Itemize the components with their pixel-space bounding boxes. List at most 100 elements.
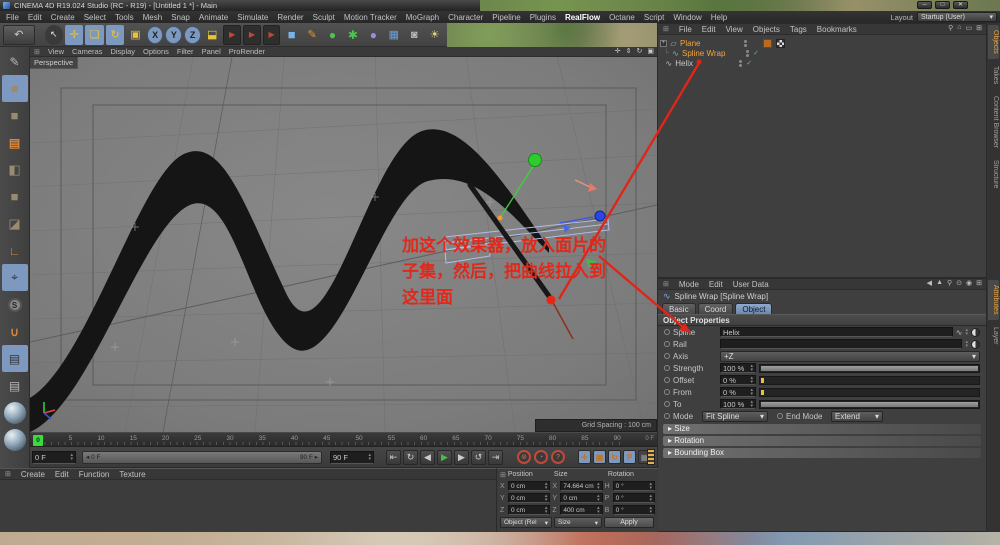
menu-edit[interactable]: Edit [709,280,723,289]
keyframe-bar-icon[interactable] [647,449,655,465]
end-mode-dropdown[interactable]: Extend▾ [831,411,883,422]
menu-snap[interactable]: Snap [171,13,190,22]
side-tab-objects[interactable]: Objects [988,25,999,59]
rotate-tool-icon[interactable]: ↻ [106,25,124,45]
am-pin-icon[interactable]: ◉ [966,279,972,287]
menu-tags[interactable]: Tags [790,25,807,34]
position-z-field[interactable]: 0 cm▴ ▾ [508,505,550,515]
dots-tag-icon[interactable] [763,39,772,48]
pick-target-icon[interactable] [971,328,980,337]
expand-icon[interactable]: + [660,40,667,47]
tab-basic[interactable]: Basic [662,303,696,314]
spinner-icon[interactable]: ▴ ▾ [545,494,548,502]
layout-dropdown[interactable]: Startup (User)▾ [917,12,997,22]
prev-frame-icon[interactable]: ◀ [420,450,435,465]
pan-view-icon[interactable]: ✛ [615,47,621,55]
key-position-icon[interactable]: ✛ [578,450,591,464]
menu-window[interactable]: Window [673,13,701,22]
menu-cameras[interactable]: Cameras [72,47,102,56]
enabled-check-icon[interactable]: ✓ [751,49,761,57]
timeline-range-slider[interactable]: ◂ 0 F 90 F ▸ [82,451,322,464]
from-value-field[interactable]: 0 %▴ ▾ [720,387,756,397]
om-filter-icon[interactable]: ⚲ [948,24,953,32]
toggle-view-icon[interactable]: ▣ [647,47,654,55]
side-tab-structure[interactable]: Structure [988,155,999,193]
menu-mesh[interactable]: Mesh [143,13,163,22]
rotate-view-icon[interactable]: ↻ [637,47,643,55]
menu-select[interactable]: Select [84,13,106,22]
am-lock-icon[interactable]: ⊙ [956,279,962,287]
cycle-icon[interactable]: ↺ [471,450,486,465]
rotation-p-field[interactable]: 0 °▴ ▾ [613,493,655,503]
menu-texture[interactable]: Texture [119,470,145,479]
live-selection-icon[interactable]: ↖ [45,25,63,45]
add-environment-icon[interactable]: ▦ [385,25,403,45]
checker-tag-icon[interactable] [776,39,785,48]
keyframe-selection-icon[interactable]: ? [551,450,565,464]
spinner-icon[interactable]: ▴ ▾ [649,494,652,502]
section-bounding-box[interactable]: ▸ Bounding Box [663,448,981,458]
om-home-icon[interactable]: ⌂ [957,24,961,32]
autokey-icon[interactable]: ◔ [534,450,548,464]
enable-axis-icon[interactable]: ∟ [2,237,28,264]
object-row-helix[interactable]: ∿Helix✓ [660,58,984,68]
menu-edit[interactable]: Edit [55,470,69,479]
key-parameter-icon[interactable]: P [623,450,636,464]
spline-link-field[interactable]: Helix [720,327,953,337]
maximize-button[interactable]: □ [935,1,950,9]
to-slider[interactable] [759,400,980,409]
timeline-playhead[interactable]: 0 [33,435,43,446]
om-minimize-icon[interactable]: ▭ [966,24,973,32]
add-light-icon[interactable]: ☀ [425,25,443,45]
size-x-field[interactable]: 74.664 cm▴ ▾ [560,481,602,491]
spinner-icon[interactable]: ▴ ▾ [750,388,753,396]
menu-simulate[interactable]: Simulate [237,13,268,22]
apply-button[interactable]: Apply [604,517,654,528]
render-settings-icon[interactable]: ▶ [263,25,281,45]
viewport[interactable]: ⊞ ViewCamerasDisplayOptionsFilterPanelPr… [30,47,657,432]
menu-realflow[interactable]: RealFlow [565,13,600,22]
spinner-icon[interactable]: ▴ ▾ [649,482,652,490]
size-y-field[interactable]: 0 cm▴ ▾ [560,493,602,503]
side-tab-attributes[interactable]: Attributes [988,280,999,320]
key-scale-icon[interactable]: ▣ [593,450,606,464]
z-axis-lock-icon[interactable]: Z [184,26,201,44]
x-axis-handle[interactable] [595,211,605,221]
goto-start-icon[interactable]: ⇤ [386,450,401,465]
y-axis-lock-icon[interactable]: Y [165,26,182,44]
loop-icon[interactable]: ↻ [403,450,418,465]
pen-tool-icon[interactable]: ✎ [2,48,28,75]
menu-view[interactable]: View [726,25,743,34]
anim-dot-icon[interactable] [664,413,670,419]
add-camera-icon[interactable]: ◙ [405,25,423,45]
mm-panel-handle-icon[interactable]: ⊞ [5,470,11,478]
menu-bookmarks[interactable]: Bookmarks [817,25,857,34]
section-size[interactable]: ▸ Size [663,424,981,434]
title-bar[interactable]: CINEMA 4D R19.024 Studio (RC - R19) - [U… [0,0,1000,11]
spinner-icon[interactable]: ▴ ▾ [545,482,548,490]
spinner-icon[interactable]: ▴ ▾ [545,506,548,514]
side-tab-content-browser[interactable]: Content Browser [988,91,999,153]
menu-objects[interactable]: Objects [753,25,780,34]
enabled-check-icon[interactable]: ✓ [744,59,754,67]
offset-slider[interactable] [759,376,980,385]
magnet-snap-icon[interactable]: ∪ [2,318,28,345]
size-mode-dropdown[interactable]: Size▾ [554,517,602,528]
menu-file[interactable]: File [6,13,19,22]
add-generator-icon[interactable]: ● [323,25,341,45]
rail-link-field[interactable] [720,339,962,349]
menu-octane[interactable]: Octane [609,13,635,22]
end-frame-field[interactable]: 90 F▴▾ [330,451,374,464]
tab-object[interactable]: Object [735,303,772,314]
om-panel-icon[interactable]: ⊞ [976,24,982,32]
timeline-ruler[interactable]: 051015202530354045505560657075808590 0 0… [30,432,657,447]
record-keyframe-icon[interactable]: ⊘ [517,450,531,464]
menu-prorender[interactable]: ProRender [229,47,265,56]
menu-panel[interactable]: Panel [202,47,221,56]
am-up-icon[interactable]: ▲ [936,279,943,287]
spinner-icon[interactable]: ▴ ▾ [965,340,968,348]
spinner-icon[interactable]: ▴ ▾ [965,328,968,336]
menu-create[interactable]: Create [21,470,45,479]
am-panel-icon[interactable]: ⊞ [976,279,982,287]
anim-dot-icon[interactable] [664,329,670,335]
